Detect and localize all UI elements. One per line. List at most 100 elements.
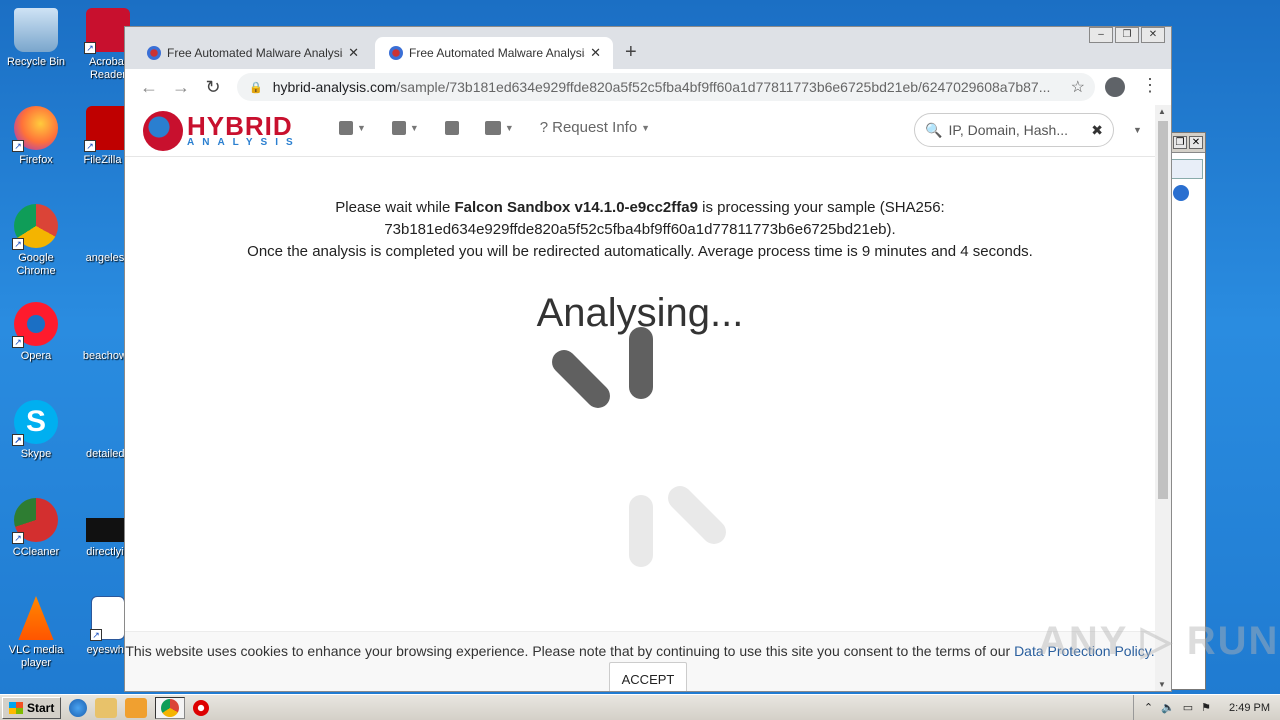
folder-icon [484,120,501,135]
windows-logo-icon [9,701,23,714]
taskbar: Start ⌃ 🔈 ▭ ⚑ 2:49 PM [0,694,1280,720]
ccleaner-icon: ↗ [12,498,58,544]
site-navbar: HYBRID ANALYSIS ▼ ▼ ▼ ? Request Info ▼ 🔍… [125,105,1155,157]
cookie-text: This website uses cookies to enhance you… [125,643,1015,659]
clear-search-icon[interactable]: ✖ [1091,122,1103,139]
spinner-bar-faded [629,495,653,567]
navbar-dropdown-caret-icon[interactable]: ▼ [1133,125,1142,135]
caret-down-icon: ▼ [504,122,514,133]
tab-strip: Free Automated Malware Analysis S ✕ Free… [125,35,1171,69]
menu-request-info[interactable]: ? Request Info ▼ [540,119,650,136]
bookmark-star-icon[interactable]: ☆ [1071,77,1085,97]
logo-text-bottom: ANALYSIS [187,137,301,148]
system-tray: ⌃ 🔈 ▭ ⚑ 2:49 PM [1132,695,1280,720]
file-plus-icon [391,120,406,135]
address-bar[interactable]: 🔒 hybrid-analysis.com/sample/73b181ed634… [237,73,1095,101]
page-viewport: HYBRID ANALYSIS ▼ ▼ ▼ ? Request Info ▼ 🔍… [125,105,1155,691]
desktop-icon-label: Skype [20,448,52,460]
logo-mark-icon [143,111,183,151]
tray-expand-icon[interactable]: ⌃ [1144,701,1153,714]
close-icon[interactable]: ✕ [1189,136,1203,149]
new-tab-button[interactable]: + [625,41,637,64]
accept-cookies-button[interactable]: ACCEPT [608,662,688,691]
desktop-icon-opera[interactable]: ↗ Opera [0,302,72,363]
analysis-status: Please wait while Falcon Sandbox v14.1.0… [125,197,1155,337]
action-center-flag-icon[interactable]: ⚑ [1201,701,1211,714]
chrome-icon: ↗ [12,204,58,250]
lock-icon: 🔒 [249,81,263,94]
internet-explorer-icon[interactable] [69,698,88,717]
tab-close-icon[interactable]: ✕ [590,45,601,61]
menu-sandbox[interactable]: ▼ [339,119,366,136]
question-circle-icon: ? [539,119,549,136]
browser-toolbar: ← → ↻ 🔒 hybrid-analysis.com/sample/73b18… [125,69,1171,105]
recycle-bin-icon [14,8,58,52]
restore-icon[interactable]: ❐ [1173,136,1187,149]
favicon-icon [147,46,161,60]
desktop-icon-label: CCleaner [12,546,60,558]
security-app-icon[interactable] [193,699,210,716]
desktop-icon-skype[interactable]: S ↗ Skype [0,400,72,461]
browser-window: – ❐ ✕ Free Automated Malware Analysis S … [124,26,1172,692]
search-icon: 🔍 [925,121,943,138]
caret-down-icon: ▼ [409,122,419,133]
back-arrow-icon[interactable]: ← [133,77,165,98]
vlc-icon [18,596,54,640]
profile-avatar-icon[interactable] [1105,77,1125,97]
sample-hash: 73b181ed634e929ffde820a5f52c5fba4bf9ff60… [384,221,896,238]
desktop-icon-recycle-bin[interactable]: Recycle Bin [0,8,72,69]
logo-text-top: HYBRID [187,111,293,141]
desktop-icon-label: Google Chrome [16,252,56,277]
scroll-down-icon[interactable]: ▼ [1158,680,1166,689]
site-search-input[interactable]: 🔍 IP, Domain, Hash... ✖ [914,113,1114,147]
desktop-icon-vlc[interactable]: VLC media player [0,596,72,670]
request-info-label: Request Info [552,119,638,136]
favicon-icon [389,46,403,60]
background-window[interactable]: ❐ ✕ [1168,132,1206,690]
chrome-taskbar-button[interactable] [155,696,186,719]
status-prefix: Please wait while [335,199,455,216]
desktop-icon-label: Recycle Bin [6,56,66,68]
network-icon[interactable]: ▭ [1183,701,1193,714]
desktop-icon-ccleaner[interactable]: ↗ CCleaner [0,498,72,559]
status-line-1: Please wait while Falcon Sandbox v14.1.0… [125,197,1155,219]
file-explorer-icon[interactable] [95,697,118,718]
tab-1[interactable]: Free Automated Malware Analysis S ✕ [133,37,371,69]
help-icon[interactable] [1173,185,1189,201]
background-window-titlebar: ❐ ✕ [1169,133,1205,153]
menu-submit[interactable]: ▼ [391,119,419,136]
scroll-up-icon[interactable]: ▲ [1158,107,1166,116]
anyrun-watermark: ANY ▷ RUN [1038,619,1280,663]
tab-close-icon[interactable]: ✕ [348,45,359,61]
media-player-icon[interactable] [125,697,148,718]
search-icon[interactable] [1171,159,1203,179]
tab-2-active[interactable]: Free Automated Malware Analysis S ✕ [375,37,613,69]
clock[interactable]: 2:49 PM [1229,702,1270,714]
desktop-icon-label: Opera [20,350,52,362]
site-menu: ▼ ▼ ▼ ? Request Info ▼ [339,119,650,136]
start-button[interactable]: Start [2,696,62,719]
page-scrollbar[interactable]: ▲ ▼ [1155,105,1171,691]
hybrid-analysis-logo[interactable]: HYBRID ANALYSIS [143,111,301,151]
chrome-icon [161,698,180,717]
url-host: hybrid-analysis.com [272,79,397,95]
opera-icon: ↗ [12,302,58,348]
spinner-bar [547,345,615,413]
spinner-bar [629,327,653,399]
menu-kebab-icon[interactable]: ⋮ [1141,75,1159,96]
reload-icon[interactable]: ↻ [197,77,229,98]
scrollbar-thumb[interactable] [1158,121,1168,499]
caret-down-icon: ▼ [357,122,366,133]
search-placeholder: IP, Domain, Hash... [948,122,1069,138]
tab-title: Free Automated Malware Analysis S [167,46,343,60]
spinner-bar-faded [663,481,731,549]
menu-reports[interactable] [444,119,459,136]
desktop-icon-firefox[interactable]: ↗ Firefox [0,106,72,167]
desktop-icon-label: VLC media player [8,644,64,669]
url-path: /sample/73b181ed634e929ffde820a5f52c5fba… [396,79,1051,95]
menu-folder[interactable]: ▼ [484,119,514,136]
desktop-icon-chrome[interactable]: ↗ Google Chrome [0,204,72,278]
caret-down-icon: ▼ [641,122,651,133]
forward-arrow-icon[interactable]: → [165,77,197,98]
volume-icon[interactable]: 🔈 [1161,701,1175,714]
